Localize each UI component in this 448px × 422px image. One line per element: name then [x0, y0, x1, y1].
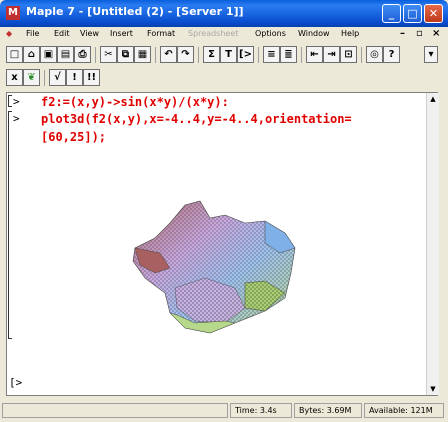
menu-view[interactable]: View [80, 29, 99, 38]
input-line-1[interactable]: f2:=(x,y)->sin(x*y)/(x*y): [41, 95, 229, 109]
menu-spreadsheet[interactable]: Spreadsheet [188, 29, 238, 38]
maple-logo-icon[interactable]: M [6, 6, 20, 20]
menu-edit[interactable]: Edit [54, 29, 70, 38]
menu-window[interactable]: Window [298, 29, 330, 38]
surface-mesh [132, 200, 296, 334]
exclamation-icon[interactable]: ! [66, 69, 83, 86]
cut-icon[interactable]: ✂ [100, 46, 117, 63]
status-bar: Time: 3.4s Bytes: 3.69M Available: 121M [0, 401, 448, 422]
back-icon[interactable]: ⇤ [306, 46, 323, 63]
doc-restore-button[interactable]: ▫ [416, 28, 423, 39]
outdent-icon[interactable]: ≣ [280, 46, 297, 63]
execute-all-icon[interactable]: !! [83, 69, 100, 86]
menu-help[interactable]: Help [341, 29, 359, 38]
status-time: Time: 3.4s [230, 403, 292, 418]
input-line-3[interactable]: [60,25]); [41, 130, 106, 144]
redo-icon[interactable]: ↷ [177, 46, 194, 63]
paste-icon[interactable]: ▦ [134, 46, 151, 63]
status-message [2, 403, 228, 418]
menu-bar: ◆ File Edit View Insert Format Spreadshe… [0, 27, 448, 43]
new-icon[interactable]: □ [6, 46, 23, 63]
close-button[interactable]: ✕ [424, 4, 443, 23]
maximize-button[interactable]: □ [403, 4, 422, 23]
status-bytes: Bytes: 3.69M [294, 403, 362, 418]
plot3d-output[interactable] [115, 193, 315, 343]
prompt-1: > [13, 95, 20, 108]
group-bracket [8, 111, 12, 339]
doc-icon[interactable]: ◆ [6, 29, 12, 38]
scroll-down-icon[interactable]: ▼ [427, 383, 439, 395]
sigma-icon[interactable]: Σ [203, 46, 220, 63]
execute-icon[interactable]: √ [49, 69, 66, 86]
leaf-icon[interactable]: ❦ [23, 69, 40, 86]
text-icon[interactable]: T [220, 46, 237, 63]
window-title: Maple 7 - [Untitled (2) - [Server 1]] [26, 5, 244, 18]
scroll-up-icon[interactable]: ▲ [427, 93, 439, 105]
indent-icon[interactable]: ≡ [263, 46, 280, 63]
doc-close-button[interactable]: × [432, 28, 440, 39]
cursor-prompt[interactable]: [> [9, 376, 22, 389]
input-line-2[interactable]: plot3d(f2(x,y),x=-4..4,y=-4..4,orientati… [41, 112, 352, 126]
prompt-2: > [13, 112, 20, 125]
title-bar: M Maple 7 - [Untitled (2) - [Server 1]] … [0, 0, 448, 27]
vertical-scrollbar[interactable]: ▲ ▼ [426, 93, 439, 395]
stop-icon[interactable]: ⊡ [340, 46, 357, 63]
save-as-icon[interactable]: ▤ [57, 46, 74, 63]
toolbar-scroll-icon[interactable]: ▾ [424, 46, 438, 63]
context-toolbar: x ❦ √ ! !! [0, 69, 448, 89]
worksheet[interactable]: > f2:=(x,y)->sin(x*y)/(x*y): > plot3d(f2… [6, 92, 439, 396]
doc-minimize-button[interactable]: – [400, 28, 405, 39]
menu-format[interactable]: Format [147, 29, 175, 38]
zoom-icon[interactable]: ◎ [366, 46, 383, 63]
menu-file[interactable]: File [26, 29, 39, 38]
print-icon[interactable]: ⎙ [74, 46, 91, 63]
x-icon[interactable]: x [6, 69, 23, 86]
group-bracket [8, 95, 12, 107]
help-icon[interactable]: ? [383, 46, 400, 63]
copy-icon[interactable]: ⧉ [117, 46, 134, 63]
text-input-icon[interactable]: [> [237, 46, 254, 63]
status-available: Available: 121M [364, 403, 444, 418]
minimize-button[interactable]: _ [382, 4, 401, 23]
menu-options[interactable]: Options [255, 29, 286, 38]
main-toolbar: □ ⌂ ▣ ▤ ⎙ ✂ ⧉ ▦ ↶ ↷ Σ T [> ≡ ≣ ⇤ ⇥ ⊡ ◎ ?… [0, 46, 448, 66]
forward-icon[interactable]: ⇥ [323, 46, 340, 63]
save-icon[interactable]: ▣ [40, 46, 57, 63]
undo-icon[interactable]: ↶ [160, 46, 177, 63]
menu-insert[interactable]: Insert [110, 29, 133, 38]
open-icon[interactable]: ⌂ [23, 46, 40, 63]
